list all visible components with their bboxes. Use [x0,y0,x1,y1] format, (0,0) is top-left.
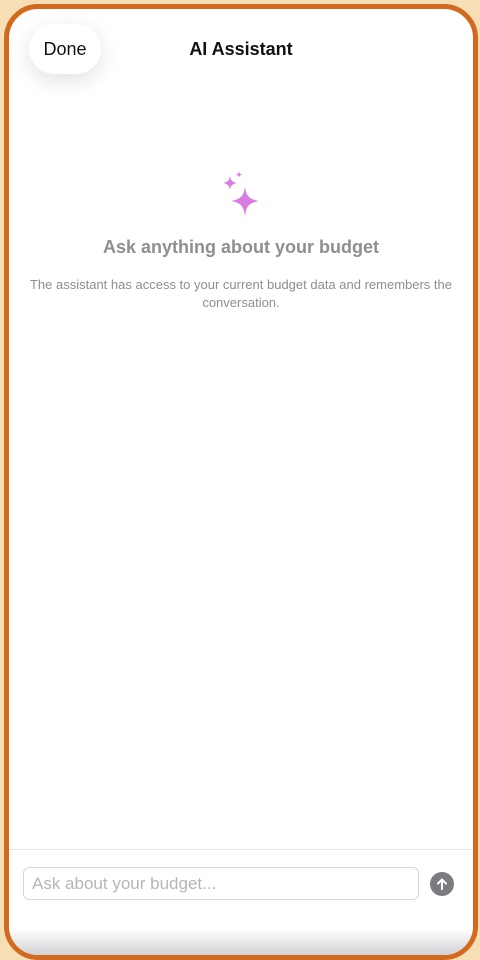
empty-state: Ask anything about your budget The assis… [9,171,473,312]
message-composer [9,849,473,955]
home-indicator-area [9,929,473,955]
app-window: Done AI Assistant Ask anything about you… [4,4,478,960]
arrow-up-icon [437,878,447,890]
navigation-bar: Done AI Assistant [9,9,473,99]
send-button[interactable] [430,872,454,896]
empty-state-subtitle: The assistant has access to your current… [29,277,452,310]
message-input[interactable] [23,867,419,900]
sparkles-icon [223,171,259,217]
page-title: AI Assistant [189,39,293,59]
empty-state-heading: Ask anything about your budget [102,237,379,257]
